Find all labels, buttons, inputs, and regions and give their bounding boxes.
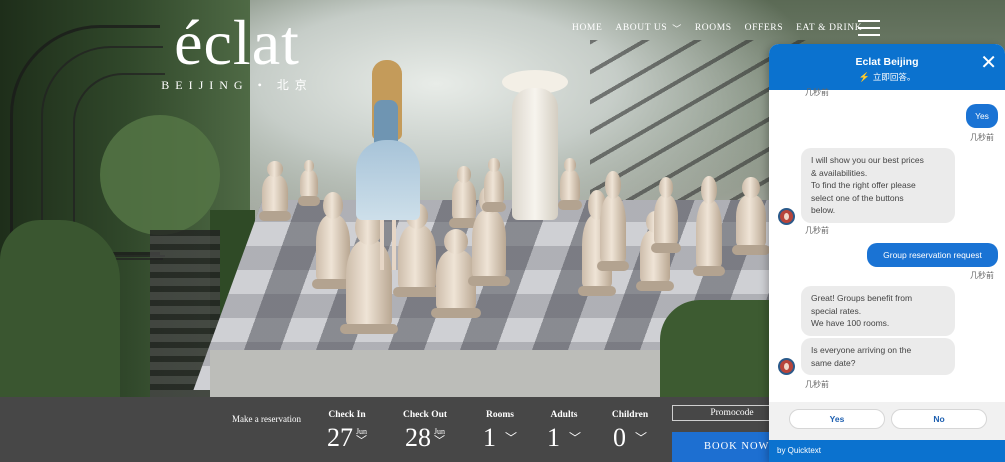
bot-message-line: same date?: [811, 357, 856, 368]
chess-piece: [311, 191, 355, 289]
adults-label: Adults: [550, 410, 578, 420]
user-message: Group reservation request: [867, 243, 998, 267]
menu-icon[interactable]: [858, 20, 880, 36]
chess-piece: [692, 176, 726, 276]
bot-message: Great! Groups benefit from special rates…: [801, 286, 955, 336]
chess-piece: [467, 186, 511, 286]
chevron-down-icon: ﹀: [504, 431, 517, 445]
bot-message: Is everyone arriving on the same date?: [801, 338, 955, 375]
foliage: [0, 220, 120, 397]
chat-status-text: 立即回答。: [872, 72, 916, 82]
nav-about-us-label: ABOUT US: [615, 23, 668, 33]
chat-title: Eclat Beijing: [855, 56, 919, 68]
hedge: [660, 300, 770, 397]
adults-select[interactable]: Adults 1 ﹀: [542, 410, 586, 451]
bot-message-line: Great! Groups benefit from: [811, 293, 913, 303]
chat-messages: 几秒前 Yes 几秒前 I will show you our best pri…: [769, 88, 1005, 402]
check-in-day: 27: [326, 423, 353, 452]
chevron-down-icon: ﹀: [672, 23, 682, 34]
check-in-field[interactable]: Check In 27 Jun ﹀: [322, 410, 372, 451]
children-label: Children: [611, 410, 649, 420]
children-select[interactable]: Children 0 ﹀: [606, 410, 654, 451]
brand-logo[interactable]: éclat BEIJING • 北京: [152, 8, 322, 93]
chess-piece: [651, 177, 681, 253]
bot-message-line: special rates.: [811, 305, 862, 316]
check-in-label: Check In: [328, 410, 366, 420]
rooms-value: 1: [482, 423, 496, 452]
chevron-down-icon: ﹀: [568, 431, 581, 445]
main-nav: HOME ABOUT US ﹀ ROOMS OFFERS EAT & DRINK: [572, 18, 862, 38]
quick-reply-yes[interactable]: Yes: [789, 409, 885, 429]
white-queen-figure: [500, 70, 570, 220]
lightning-icon: ⚡: [858, 71, 870, 82]
message-timestamp: 几秒前: [805, 380, 829, 389]
girl-figure: [356, 60, 420, 270]
nav-eat-drink[interactable]: EAT & DRINK: [796, 23, 862, 33]
quick-replies: Yes No: [769, 402, 1005, 440]
children-value: 0: [612, 423, 626, 452]
chevron-down-icon: ﹀: [434, 435, 445, 447]
chevron-down-icon: ﹀: [356, 435, 367, 447]
user-message: Yes: [966, 104, 998, 128]
chat-status: ⚡ 立即回答。: [769, 71, 1005, 83]
bot-message-line: To find the right offer please: [811, 180, 916, 190]
adults-value: 1: [546, 423, 560, 452]
reservation-label: Make a reservation: [232, 414, 301, 424]
nav-about-us[interactable]: ABOUT US ﹀: [615, 22, 681, 35]
check-out-label: Check Out: [402, 410, 448, 420]
bot-avatar: [778, 208, 795, 225]
bot-message-line: We have 100 rooms.: [811, 318, 890, 328]
rooms-label: Rooms: [486, 410, 514, 420]
chess-piece: [596, 171, 630, 271]
nav-offers[interactable]: OFFERS: [745, 23, 783, 33]
bot-message-line: & availabilities.: [811, 167, 868, 178]
bot-message-line: select one of the buttons: [811, 192, 904, 203]
bot-message-line: below.: [811, 205, 836, 215]
foliage: [100, 115, 220, 235]
chess-piece: [258, 161, 292, 221]
chevron-down-icon: ﹀: [634, 431, 647, 445]
message-timestamp: 几秒前: [970, 133, 994, 142]
logo-wordmark: éclat: [174, 7, 300, 78]
check-out-day: 28: [404, 423, 431, 452]
close-icon[interactable]: ✕: [980, 50, 997, 75]
message-timestamp: 几秒前: [805, 226, 829, 235]
chat-footer: by Quicktext: [769, 440, 1005, 462]
nav-rooms[interactable]: ROOMS: [695, 23, 732, 33]
chess-piece: [297, 159, 321, 206]
message-timestamp: 几秒前: [970, 271, 994, 280]
bot-avatar: [778, 358, 795, 375]
bot-message: I will show you our best prices & availa…: [801, 148, 955, 223]
nav-home[interactable]: HOME: [572, 23, 602, 33]
logo-location: BEIJING • 北京: [161, 78, 313, 92]
rooms-select[interactable]: Rooms 1 ﹀: [478, 410, 522, 451]
chess-piece: [449, 165, 479, 228]
bot-message-line: Is everyone arriving on the: [811, 345, 912, 355]
chat-widget: Eclat Beijing ⚡ 立即回答。 ✕ 几秒前 Yes 几秒前 I wi…: [769, 44, 1005, 462]
bot-message-line: I will show you our best prices: [811, 155, 924, 165]
chess-piece: [732, 176, 770, 255]
message-timestamp: 几秒前: [805, 88, 829, 97]
check-out-field[interactable]: Check Out 28 Jun ﹀: [398, 410, 452, 451]
chat-header: Eclat Beijing ⚡ 立即回答。 ✕: [769, 44, 1005, 90]
quick-reply-no[interactable]: No: [891, 409, 987, 429]
